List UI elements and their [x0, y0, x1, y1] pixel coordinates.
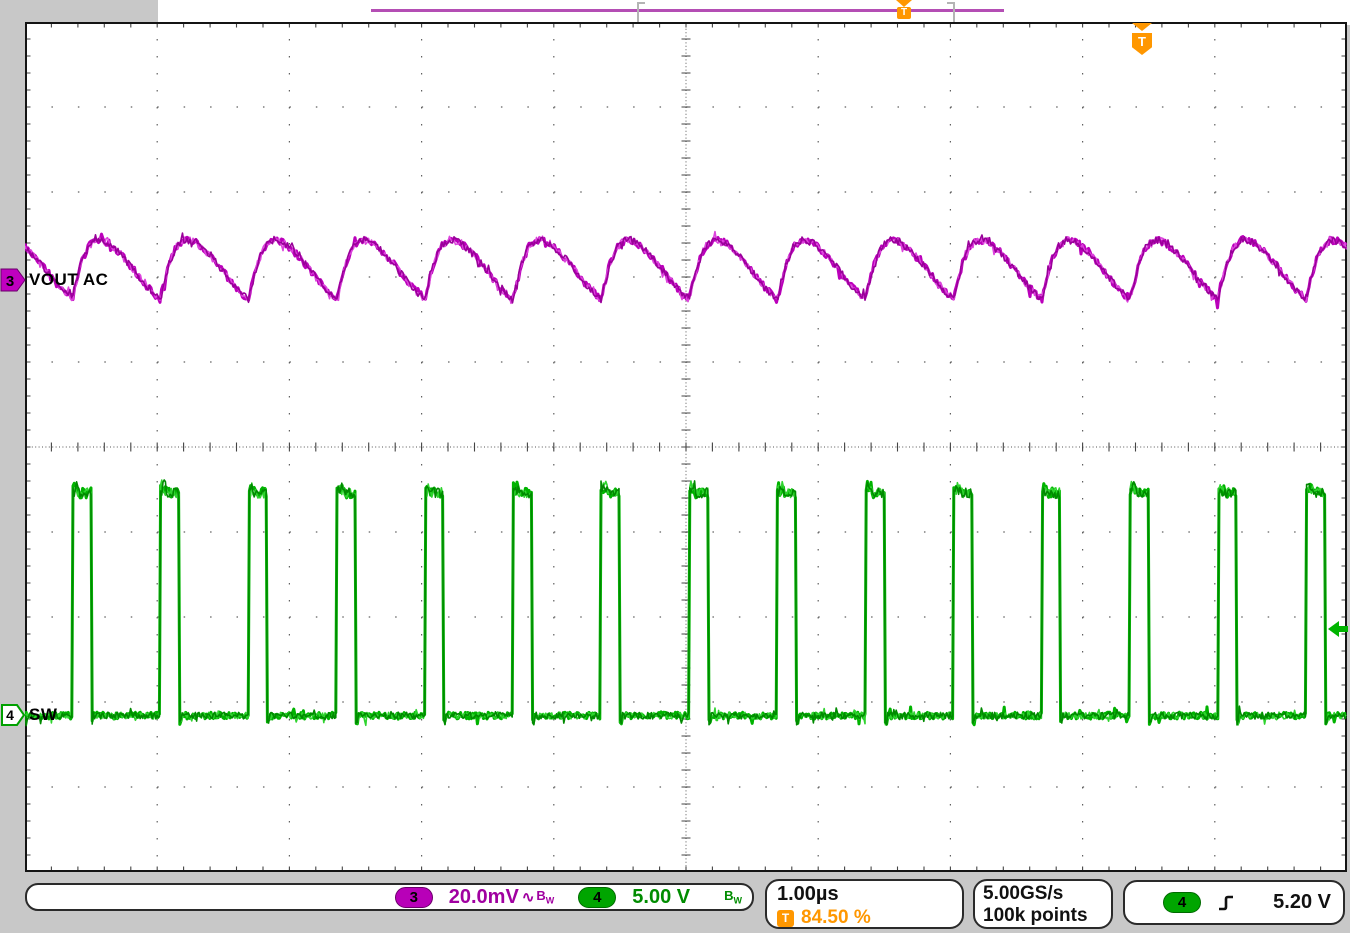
- ch3-trace-label: VOUT AC: [29, 270, 109, 289]
- window-end-bracket[interactable]: [947, 2, 955, 24]
- ch4-marker-number: 4: [6, 707, 14, 723]
- sample-rate: 5.00GS/s: [983, 883, 1064, 904]
- ch3-badge[interactable]: 3: [394, 886, 433, 908]
- record-trigger-triangle-icon: [896, 0, 912, 7]
- trigger-flag-triangle-icon: [1132, 23, 1152, 31]
- ch3-trace: [25, 232, 1347, 304]
- channel-readouts-box[interactable]: 3 20.0mV ∿ BW 4 5.00 V BW: [25, 883, 754, 911]
- acquisition-readout-box[interactable]: 5.00GS/s 100k points: [973, 879, 1113, 929]
- ch3-scale: 20.0mV: [448, 885, 519, 908]
- horizontal-readout-box[interactable]: 1.00µs T 84.50 %: [765, 879, 964, 929]
- waveforms: [25, 230, 1347, 727]
- trigger-readout-box[interactable]: 4 5.20 V: [1123, 880, 1345, 925]
- window-start-bracket[interactable]: [637, 2, 645, 24]
- trigger-flag-t-icon: T: [1132, 33, 1152, 55]
- trigger-source-badge[interactable]: 4: [1163, 892, 1201, 913]
- trigger-t-badge-icon: T: [777, 909, 794, 927]
- trigger-level: 5.20 V: [1273, 891, 1331, 913]
- trigger-level-arrow-icon: [1328, 621, 1348, 637]
- graticule: [25, 22, 1347, 872]
- ch3-trace: [25, 230, 1347, 305]
- ch3-marker-number: 3: [6, 273, 14, 290]
- oscilloscope-screen: { "colors":{"magenta":"#c000c0","green":…: [0, 0, 1350, 933]
- trigger-level-arrow[interactable]: [1326, 619, 1350, 639]
- ch4-badge[interactable]: 4: [578, 886, 617, 908]
- record-trigger-marker[interactable]: T: [896, 0, 912, 19]
- time-per-div: 1.00µs: [777, 883, 839, 905]
- trigger-position-percent: 84.50 %: [801, 907, 871, 928]
- ch3-position-marker[interactable]: 3: [0, 268, 27, 293]
- ac-coupling-icon: ∿: [521, 889, 535, 906]
- ch4-bandwidth-icon: BW: [724, 888, 742, 906]
- trigger-position-flag[interactable]: T: [1132, 23, 1152, 55]
- rising-edge-icon: [1219, 895, 1233, 910]
- record-length: 100k points: [983, 905, 1088, 926]
- ch4-scale: 5.00 V: [632, 885, 691, 908]
- ch4-trace-label: SW: [29, 705, 58, 724]
- ch4-position-marker[interactable]: 4: [0, 703, 27, 728]
- record-trigger-t-icon: T: [897, 7, 911, 19]
- ch3-bandwidth-icon: BW: [536, 888, 555, 906]
